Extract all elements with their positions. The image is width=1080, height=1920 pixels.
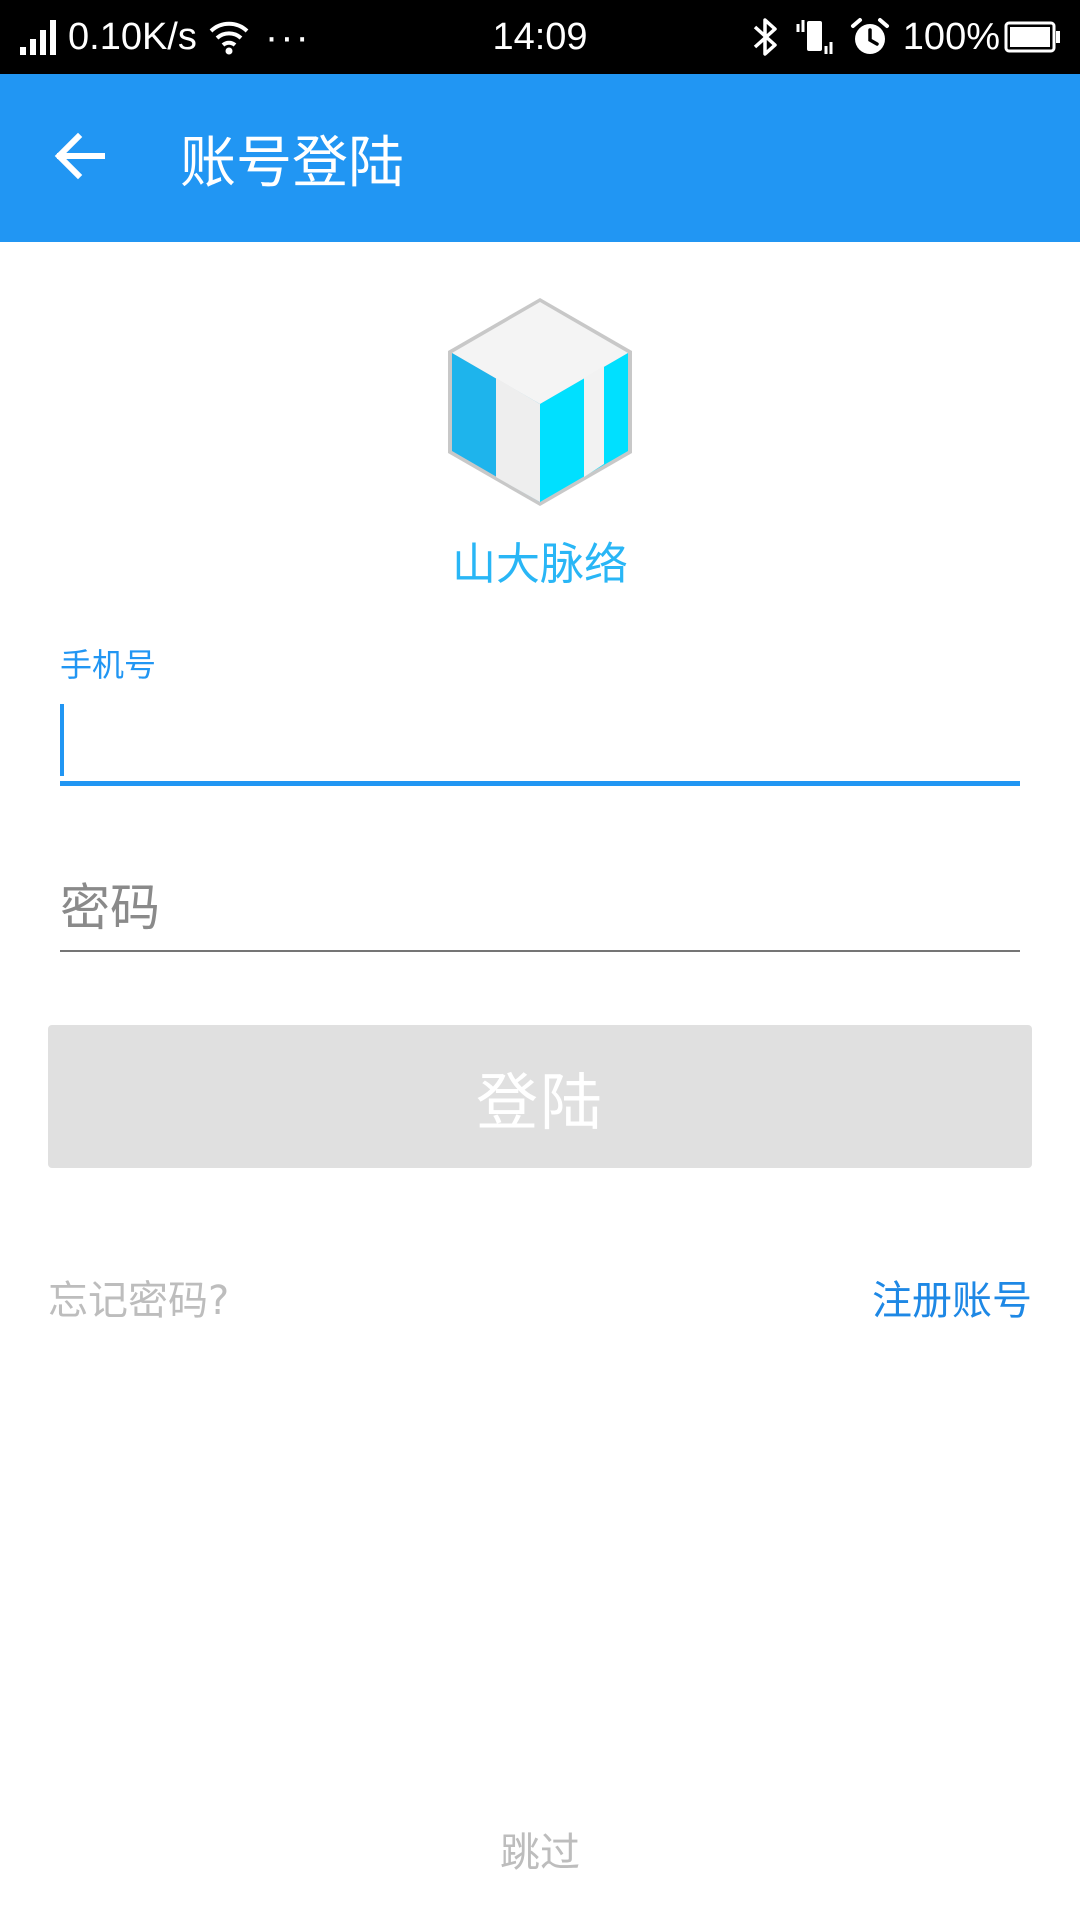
wifi-icon — [207, 17, 251, 57]
back-button[interactable] — [40, 118, 120, 198]
battery-icon — [1004, 20, 1062, 54]
app-bar: 账号登陆 — [0, 74, 1080, 242]
status-bar: 0.10K/s ··· 14:09 100% — [0, 0, 1080, 74]
skip-link[interactable]: 跳过 — [0, 1820, 1080, 1878]
password-field[interactable] — [60, 866, 1020, 952]
phone-label: 手机号 — [60, 646, 157, 684]
phone-input[interactable] — [60, 700, 1020, 780]
password-input[interactable] — [60, 866, 1020, 950]
vibrate-icon — [795, 16, 835, 58]
app-name: 山大脉络 — [452, 539, 628, 590]
more-notifications-icon: ··· — [264, 15, 311, 59]
login-button[interactable]: 登陆 — [48, 1025, 1032, 1168]
page-title: 账号登陆 — [180, 130, 404, 196]
status-bar-right: 100% — [751, 0, 1062, 74]
register-link[interactable]: 注册账号 — [872, 1268, 1032, 1326]
status-bar-left: 0.10K/s ··· — [18, 0, 311, 74]
clock: 14:09 — [492, 16, 588, 58]
bluetooth-icon — [751, 16, 781, 58]
alarm-icon — [849, 16, 891, 58]
battery-percent: 100% — [902, 16, 1000, 58]
network-speed: 0.10K/s — [68, 16, 197, 58]
app-logo — [446, 296, 634, 508]
signal-icon — [18, 17, 62, 57]
forgot-password-link[interactable]: 忘记密码? — [48, 1268, 229, 1326]
phone-field[interactable] — [60, 700, 1020, 786]
arrow-left-icon — [54, 132, 106, 184]
